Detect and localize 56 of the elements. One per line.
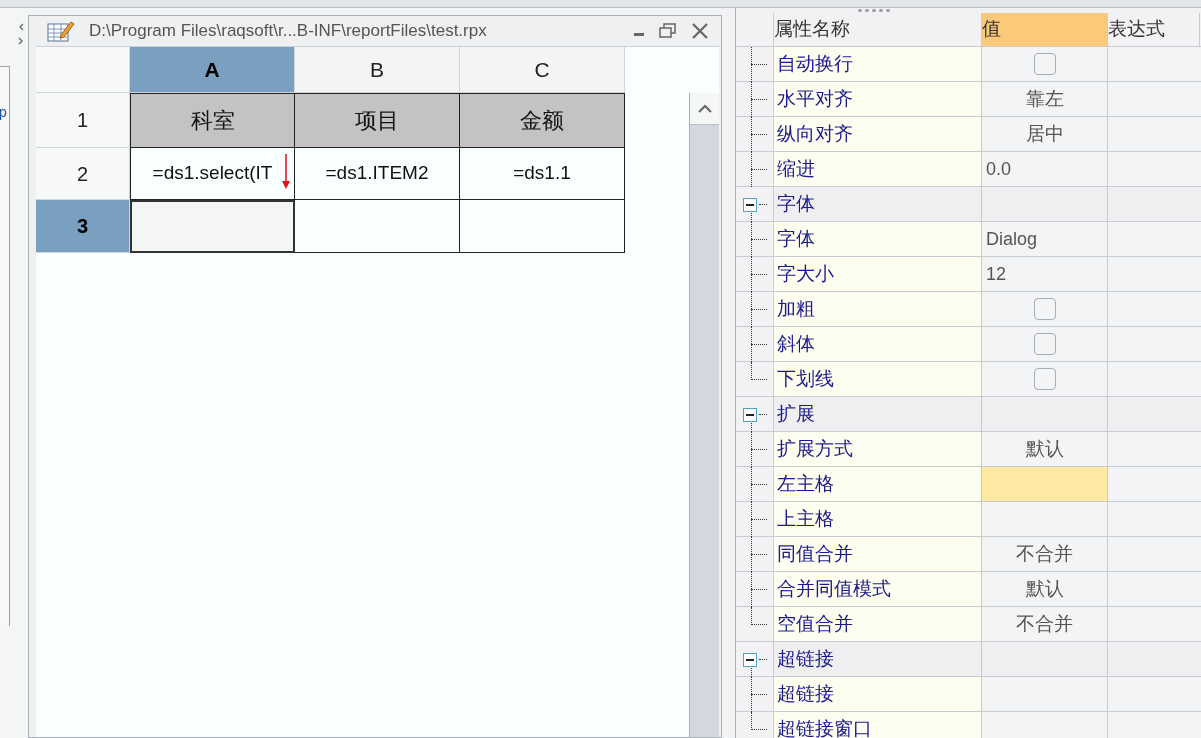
checkbox[interactable]: [1033, 53, 1056, 75]
table-cell[interactable]: [130, 200, 295, 253]
table-cell[interactable]: [295, 200, 460, 253]
panel-text: p: [0, 105, 8, 119]
cell-text: =ds1.ITEM2: [325, 161, 429, 186]
scroll-up-button[interactable]: [690, 93, 719, 125]
checkbox[interactable]: [1033, 333, 1056, 355]
checkbox[interactable]: [1033, 298, 1056, 320]
window-title: D:\Program Files\raqsoft\r...B-INF\reportFiles\test.rpx: [89, 20, 487, 43]
down-arrow-icon: [282, 154, 290, 190]
property-value: 0.0: [986, 157, 1012, 181]
column-header[interactable]: 属性名称: [774, 13, 982, 46]
column-header[interactable]: A: [130, 47, 295, 93]
property-name[interactable]: 斜体: [777, 329, 815, 359]
table-cell[interactable]: =ds1.ITEM2: [295, 148, 460, 200]
property-name[interactable]: 缩进: [777, 154, 815, 184]
table-cell[interactable]: 项目: [295, 93, 460, 148]
table-cell[interactable]: =ds1.1: [460, 148, 625, 200]
property-value: 默认: [1025, 436, 1064, 461]
property-name[interactable]: 加粗: [777, 294, 815, 324]
caret-up-icon: [697, 104, 712, 113]
column-header[interactable]: B: [295, 47, 460, 93]
checkbox[interactable]: [1033, 368, 1056, 390]
row-header[interactable]: 3: [36, 200, 130, 253]
cell-text: =ds1.1: [513, 161, 571, 186]
column-header[interactable]: 值: [982, 13, 1108, 46]
table-cell[interactable]: 科室: [130, 93, 295, 148]
collapse-icon[interactable]: [743, 653, 757, 667]
property-value: 不合并: [1016, 611, 1073, 636]
property-value: 12: [986, 262, 1007, 286]
corner-cell[interactable]: [36, 47, 130, 93]
row-header[interactable]: 2: [36, 148, 130, 200]
restore-icon[interactable]: [659, 23, 677, 39]
cell-text: 项目: [355, 107, 399, 135]
property-group-label[interactable]: 超链接: [777, 644, 834, 674]
table-cell[interactable]: 金额: [460, 93, 625, 148]
property-value: 不合并: [1016, 541, 1073, 566]
property-name[interactable]: 字体: [777, 224, 815, 254]
close-icon[interactable]: [691, 22, 709, 40]
property-value: 靠左: [1025, 86, 1064, 111]
collapse-icon[interactable]: [743, 198, 757, 212]
collapse-icon[interactable]: [743, 408, 757, 422]
column-header[interactable]: C: [460, 47, 625, 93]
row-header[interactable]: 1: [36, 93, 130, 148]
cell-text: =ds1.select(IT: [152, 161, 273, 186]
property-group-label[interactable]: 字体: [777, 189, 815, 219]
property-value-cell[interactable]: [982, 467, 1108, 501]
property-value: 默认: [1025, 576, 1064, 601]
table-cell[interactable]: [460, 200, 625, 253]
property-value: 居中: [1025, 121, 1064, 146]
column-header[interactable]: 表达式: [1108, 13, 1200, 46]
cell-text: 金额: [520, 107, 564, 135]
property-group-label[interactable]: 扩展: [777, 399, 815, 429]
table-edit-icon: [47, 19, 75, 43]
cell-text: 科室: [190, 107, 235, 135]
property-value: Dialog: [986, 227, 1038, 251]
